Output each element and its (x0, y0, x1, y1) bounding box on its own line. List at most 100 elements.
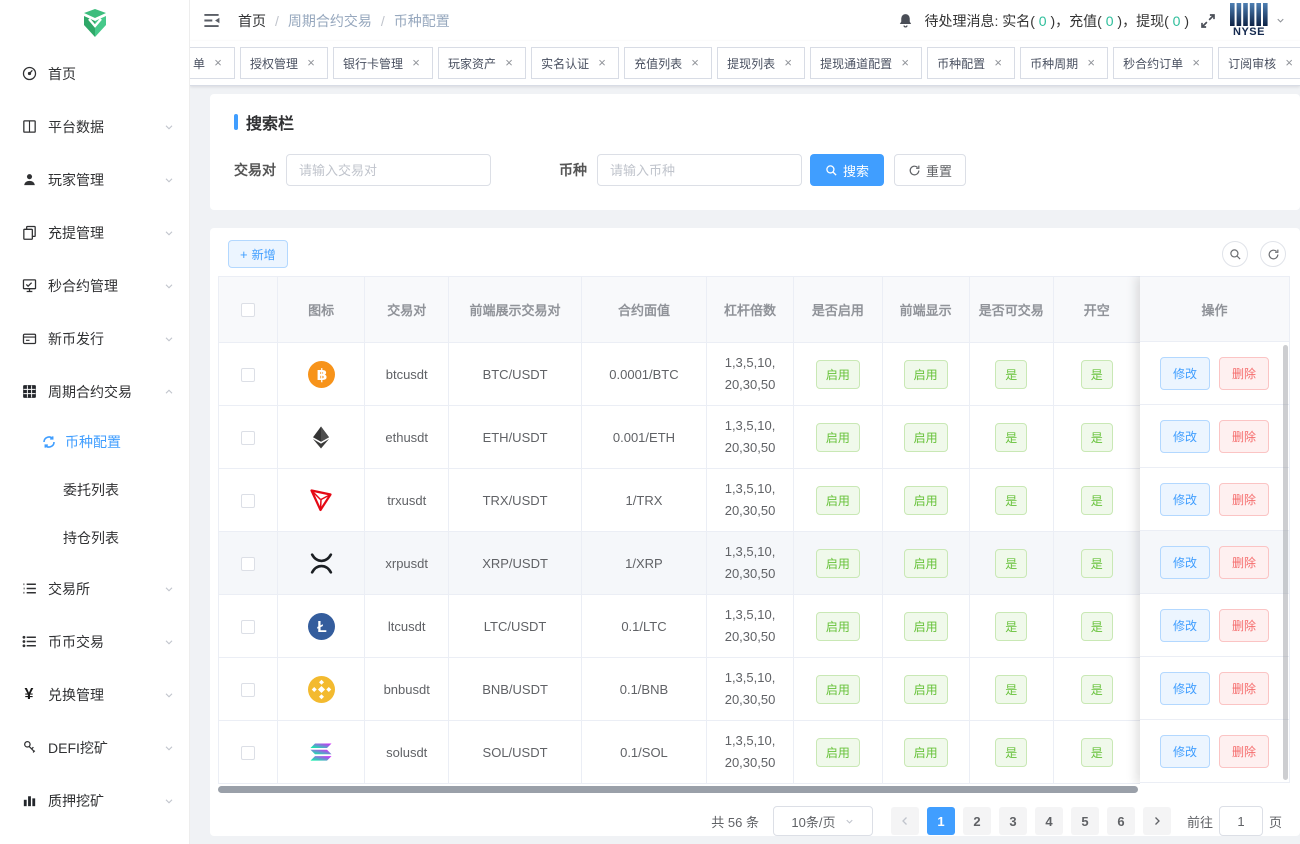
sidebar-item[interactable]: DEFI挖矿 (0, 721, 189, 774)
edit-button[interactable]: 修改 (1160, 420, 1210, 453)
sidebar-item[interactable]: 玩家管理 (0, 153, 189, 206)
horizontal-scrollbar[interactable] (218, 786, 1138, 793)
brand-logo[interactable]: NYSE (1229, 3, 1269, 38)
search-button[interactable]: 搜索 (810, 154, 884, 186)
fullscreen-icon[interactable] (1199, 12, 1217, 30)
tab-item[interactable]: 币种周期× (1020, 47, 1108, 79)
close-icon[interactable]: × (211, 56, 225, 70)
sidebar-item[interactable]: 质押挖矿 (0, 774, 189, 827)
sidebar-subitem[interactable]: 委托列表 (0, 466, 189, 514)
delete-button[interactable]: 删除 (1219, 672, 1269, 705)
sidebar-item[interactable]: 币币交易 (0, 615, 189, 668)
reset-button[interactable]: 重置 (894, 154, 966, 186)
close-icon[interactable]: × (781, 56, 795, 70)
edit-button[interactable]: 修改 (1160, 546, 1210, 579)
close-icon[interactable]: × (1189, 56, 1203, 70)
sidebar-subitem[interactable]: 币种配置 (0, 418, 189, 466)
cell-display-pair: ETH/USDT (449, 406, 581, 469)
delete-button[interactable]: 删除 (1219, 546, 1269, 579)
sidebar-item[interactable]: 交易所 (0, 562, 189, 615)
sidebar-item[interactable]: 首页 (0, 47, 189, 100)
sidebar-item[interactable]: 平台数据 (0, 100, 189, 153)
close-icon[interactable]: × (304, 56, 318, 70)
tab-item[interactable]: 实名认证× (531, 47, 619, 79)
delete-button[interactable]: 删除 (1219, 609, 1269, 642)
tab-item[interactable]: 银行卡管理× (333, 47, 433, 79)
tab-item[interactable]: 单× (190, 47, 235, 79)
close-icon[interactable]: × (898, 56, 912, 70)
enabled-badge: 启用 (816, 549, 860, 578)
row-checkbox[interactable] (241, 683, 255, 697)
edit-button[interactable]: 修改 (1160, 483, 1210, 516)
sidebar-item[interactable]: 新币发行 (0, 312, 189, 365)
page-size-select[interactable]: 10条/页 (773, 806, 873, 836)
page-button[interactable]: 1 (927, 807, 955, 835)
row-checkbox[interactable] (241, 557, 255, 571)
table-panel: + 新增 图标交易对前端展示交易对合约面值杠杆倍数是否启用前端显示是否可交易开空… (210, 228, 1300, 836)
tab-item[interactable]: 提现列表× (717, 47, 805, 79)
page-content: 搜索栏 交易对 币种 搜索 重置 (190, 86, 1300, 844)
close-icon[interactable]: × (688, 56, 702, 70)
caret-down-icon[interactable] (1275, 15, 1286, 26)
delete-button[interactable]: 删除 (1219, 420, 1269, 453)
edit-button[interactable]: 修改 (1160, 735, 1210, 768)
close-icon[interactable]: × (502, 56, 516, 70)
pending-item: 提现( 0 ) (1136, 13, 1189, 29)
tab-item[interactable]: 玩家资产× (438, 47, 526, 79)
table-refresh-icon[interactable] (1260, 241, 1286, 267)
pair-input[interactable] (286, 154, 491, 186)
sidebar-subitem[interactable]: 持仓列表 (0, 514, 189, 562)
app-logo[interactable] (0, 0, 189, 47)
tab-item[interactable]: 订阅审核× (1218, 47, 1300, 79)
page-button[interactable]: 3 (999, 807, 1027, 835)
sidebar-submenu: 币种配置委托列表持仓列表 (0, 418, 189, 562)
delete-button[interactable]: 删除 (1219, 357, 1269, 390)
table-search-toggle-icon[interactable] (1222, 241, 1248, 267)
select-all-checkbox[interactable] (241, 303, 255, 317)
sidebar-item[interactable]: ¥兑换管理 (0, 668, 189, 721)
edit-button[interactable]: 修改 (1160, 672, 1210, 705)
close-icon[interactable]: × (1084, 56, 1098, 70)
close-icon[interactable]: × (409, 56, 423, 70)
breadcrumb-item[interactable]: 首页 (238, 11, 266, 31)
tradable-badge: 是 (995, 612, 1027, 641)
delete-button[interactable]: 删除 (1219, 735, 1269, 768)
sidebar-item-label: 平台数据 (48, 117, 104, 137)
sidebar-item[interactable]: 秒合约管理 (0, 259, 189, 312)
close-icon[interactable]: × (1282, 56, 1296, 70)
bell-icon[interactable] (897, 12, 914, 29)
coin-input[interactable] (597, 154, 802, 186)
page-button[interactable]: 5 (1071, 807, 1099, 835)
tab-item[interactable]: 提现通道配置× (810, 47, 922, 79)
brand-text: NYSE (1233, 27, 1265, 38)
tab-item[interactable]: 秒合约订单× (1113, 47, 1213, 79)
page-button[interactable]: 4 (1035, 807, 1063, 835)
next-page-button[interactable] (1143, 807, 1171, 835)
close-icon[interactable]: × (991, 56, 1005, 70)
sidebar-item[interactable]: 充提管理 (0, 206, 189, 259)
tab-item[interactable]: 充值列表× (624, 47, 712, 79)
table-row: bnbusdtBNB/USDT0.1/BNB1,3,5,10, 20,30,50… (219, 658, 1291, 721)
edit-button[interactable]: 修改 (1160, 609, 1210, 642)
sidebar-menu: 首页平台数据玩家管理充提管理秒合约管理新币发行周期合约交易币种配置委托列表持仓列… (0, 47, 189, 827)
page-button[interactable]: 6 (1107, 807, 1135, 835)
add-button[interactable]: + 新增 (228, 240, 288, 268)
prev-page-button[interactable] (891, 807, 919, 835)
coins-table: 图标交易对前端展示交易对合约面值杠杆倍数是否启用前端显示是否可交易开空开多市价 … (218, 276, 1290, 784)
delete-button[interactable]: 删除 (1219, 483, 1269, 516)
sidebar-item[interactable]: 周期合约交易 (0, 365, 189, 418)
page-button[interactable]: 2 (963, 807, 991, 835)
row-checkbox[interactable] (241, 431, 255, 445)
tab-item[interactable]: 授权管理× (240, 47, 328, 79)
row-checkbox[interactable] (241, 368, 255, 382)
sidebar-fold-icon[interactable] (202, 11, 222, 31)
goto-page-input[interactable] (1219, 806, 1263, 836)
row-checkbox[interactable] (241, 746, 255, 760)
close-icon[interactable]: × (595, 56, 609, 70)
row-checkbox[interactable] (241, 620, 255, 634)
edit-button[interactable]: 修改 (1160, 357, 1210, 390)
row-checkbox[interactable] (241, 494, 255, 508)
vertical-scrollbar[interactable] (1283, 345, 1288, 780)
pending-count: 0 (1173, 13, 1181, 29)
tab-item[interactable]: 币种配置× (927, 47, 1015, 79)
